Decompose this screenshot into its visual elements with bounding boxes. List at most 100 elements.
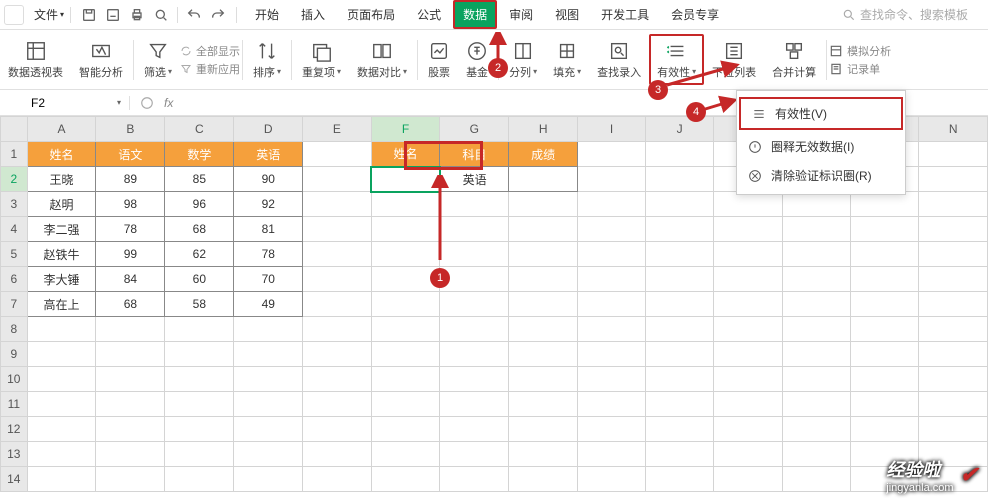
cell[interactable]: 姓名	[27, 142, 96, 167]
row-header[interactable]: 7	[1, 292, 28, 317]
cell[interactable]	[919, 217, 988, 242]
dropdown-list-button[interactable]: 下拉列表	[704, 34, 764, 85]
cell[interactable]	[509, 267, 578, 292]
validity-button[interactable]: 有效性▾	[649, 34, 704, 85]
cell[interactable]	[782, 342, 850, 367]
cell[interactable]	[578, 167, 646, 192]
duplicate-button[interactable]: 重复项▾	[294, 34, 349, 85]
cell[interactable]	[371, 342, 440, 367]
cell[interactable]: 语文	[96, 142, 165, 167]
cell[interactable]	[27, 392, 96, 417]
cell[interactable]	[234, 392, 303, 417]
cell[interactable]	[509, 342, 578, 367]
cell[interactable]	[509, 392, 578, 417]
cell[interactable]	[27, 342, 96, 367]
consolidate-button[interactable]: 合并计算	[764, 34, 824, 85]
cell[interactable]	[782, 442, 850, 467]
cell[interactable]	[27, 367, 96, 392]
cell[interactable]	[303, 317, 371, 342]
cell[interactable]	[850, 267, 919, 292]
row-header[interactable]: 9	[1, 342, 28, 367]
cell[interactable]	[714, 217, 782, 242]
cell[interactable]	[919, 292, 988, 317]
cell[interactable]	[303, 442, 371, 467]
cell[interactable]	[165, 367, 234, 392]
cell[interactable]	[440, 317, 509, 342]
redo-icon[interactable]	[210, 7, 226, 23]
cell[interactable]: 姓名	[371, 142, 440, 167]
cell[interactable]	[578, 292, 646, 317]
cell[interactable]	[782, 192, 850, 217]
tab-dev[interactable]: 开发工具	[591, 0, 659, 29]
find-entry-button[interactable]: 查找录入	[589, 34, 649, 85]
cell[interactable]	[165, 317, 234, 342]
cell[interactable]	[371, 417, 440, 442]
cell[interactable]	[440, 442, 509, 467]
stock-button[interactable]: 股票	[420, 34, 458, 85]
cell[interactable]: 98	[96, 192, 165, 217]
col-header[interactable]: C	[165, 117, 234, 142]
compare-button[interactable]: 数据对比▾	[349, 34, 415, 85]
cell[interactable]	[578, 342, 646, 367]
cell[interactable]	[850, 292, 919, 317]
cell[interactable]	[645, 217, 713, 242]
cell[interactable]	[303, 217, 371, 242]
tab-member[interactable]: 会员专享	[661, 0, 729, 29]
cell[interactable]	[645, 267, 713, 292]
cell[interactable]	[234, 442, 303, 467]
pivot-button[interactable]: 数据透视表	[0, 34, 71, 85]
cell[interactable]	[714, 292, 782, 317]
cell[interactable]: 78	[96, 217, 165, 242]
col-header[interactable]: H	[509, 117, 578, 142]
tab-data[interactable]: 数据	[453, 0, 497, 29]
cell[interactable]	[578, 467, 646, 492]
preview-icon[interactable]	[153, 7, 169, 23]
cell[interactable]	[578, 317, 646, 342]
cell[interactable]	[509, 317, 578, 342]
cell[interactable]	[440, 467, 509, 492]
cell[interactable]	[782, 417, 850, 442]
col-header[interactable]: I	[578, 117, 646, 142]
cell[interactable]	[919, 317, 988, 342]
cell[interactable]	[303, 142, 371, 167]
row-header[interactable]: 13	[1, 442, 28, 467]
cell[interactable]: 王晓	[27, 167, 96, 192]
cell[interactable]	[714, 267, 782, 292]
cell[interactable]	[509, 192, 578, 217]
cell[interactable]: 68	[96, 292, 165, 317]
row-header[interactable]: 4	[1, 217, 28, 242]
cell[interactable]	[303, 292, 371, 317]
cell[interactable]: 62	[165, 242, 234, 267]
cell[interactable]	[303, 242, 371, 267]
cell[interactable]	[782, 367, 850, 392]
cell[interactable]	[234, 417, 303, 442]
col-header[interactable]: G	[440, 117, 509, 142]
cell[interactable]	[645, 467, 713, 492]
cell[interactable]	[27, 317, 96, 342]
row-header[interactable]: 5	[1, 242, 28, 267]
cell[interactable]	[578, 392, 646, 417]
cell[interactable]	[234, 467, 303, 492]
cell[interactable]	[714, 242, 782, 267]
cell[interactable]	[578, 367, 646, 392]
cell[interactable]	[509, 217, 578, 242]
file-menu[interactable]: 文件 ▾	[28, 6, 70, 23]
cell[interactable]	[303, 417, 371, 442]
cell[interactable]: 89	[96, 167, 165, 192]
cell[interactable]	[165, 392, 234, 417]
col-header[interactable]: N	[919, 117, 988, 142]
cell[interactable]	[440, 242, 509, 267]
cell[interactable]	[919, 267, 988, 292]
save-as-icon[interactable]	[105, 7, 121, 23]
col-header[interactable]: E	[303, 117, 371, 142]
cell[interactable]	[919, 167, 988, 192]
fx-label[interactable]: fx	[164, 96, 173, 110]
cell[interactable]	[440, 342, 509, 367]
cell[interactable]: 赵铁牛	[27, 242, 96, 267]
cell[interactable]: 70	[234, 267, 303, 292]
cell[interactable]	[782, 467, 850, 492]
cell[interactable]: 李二强	[27, 217, 96, 242]
cell[interactable]: 李大锤	[27, 267, 96, 292]
cell[interactable]	[165, 467, 234, 492]
cell[interactable]	[440, 392, 509, 417]
